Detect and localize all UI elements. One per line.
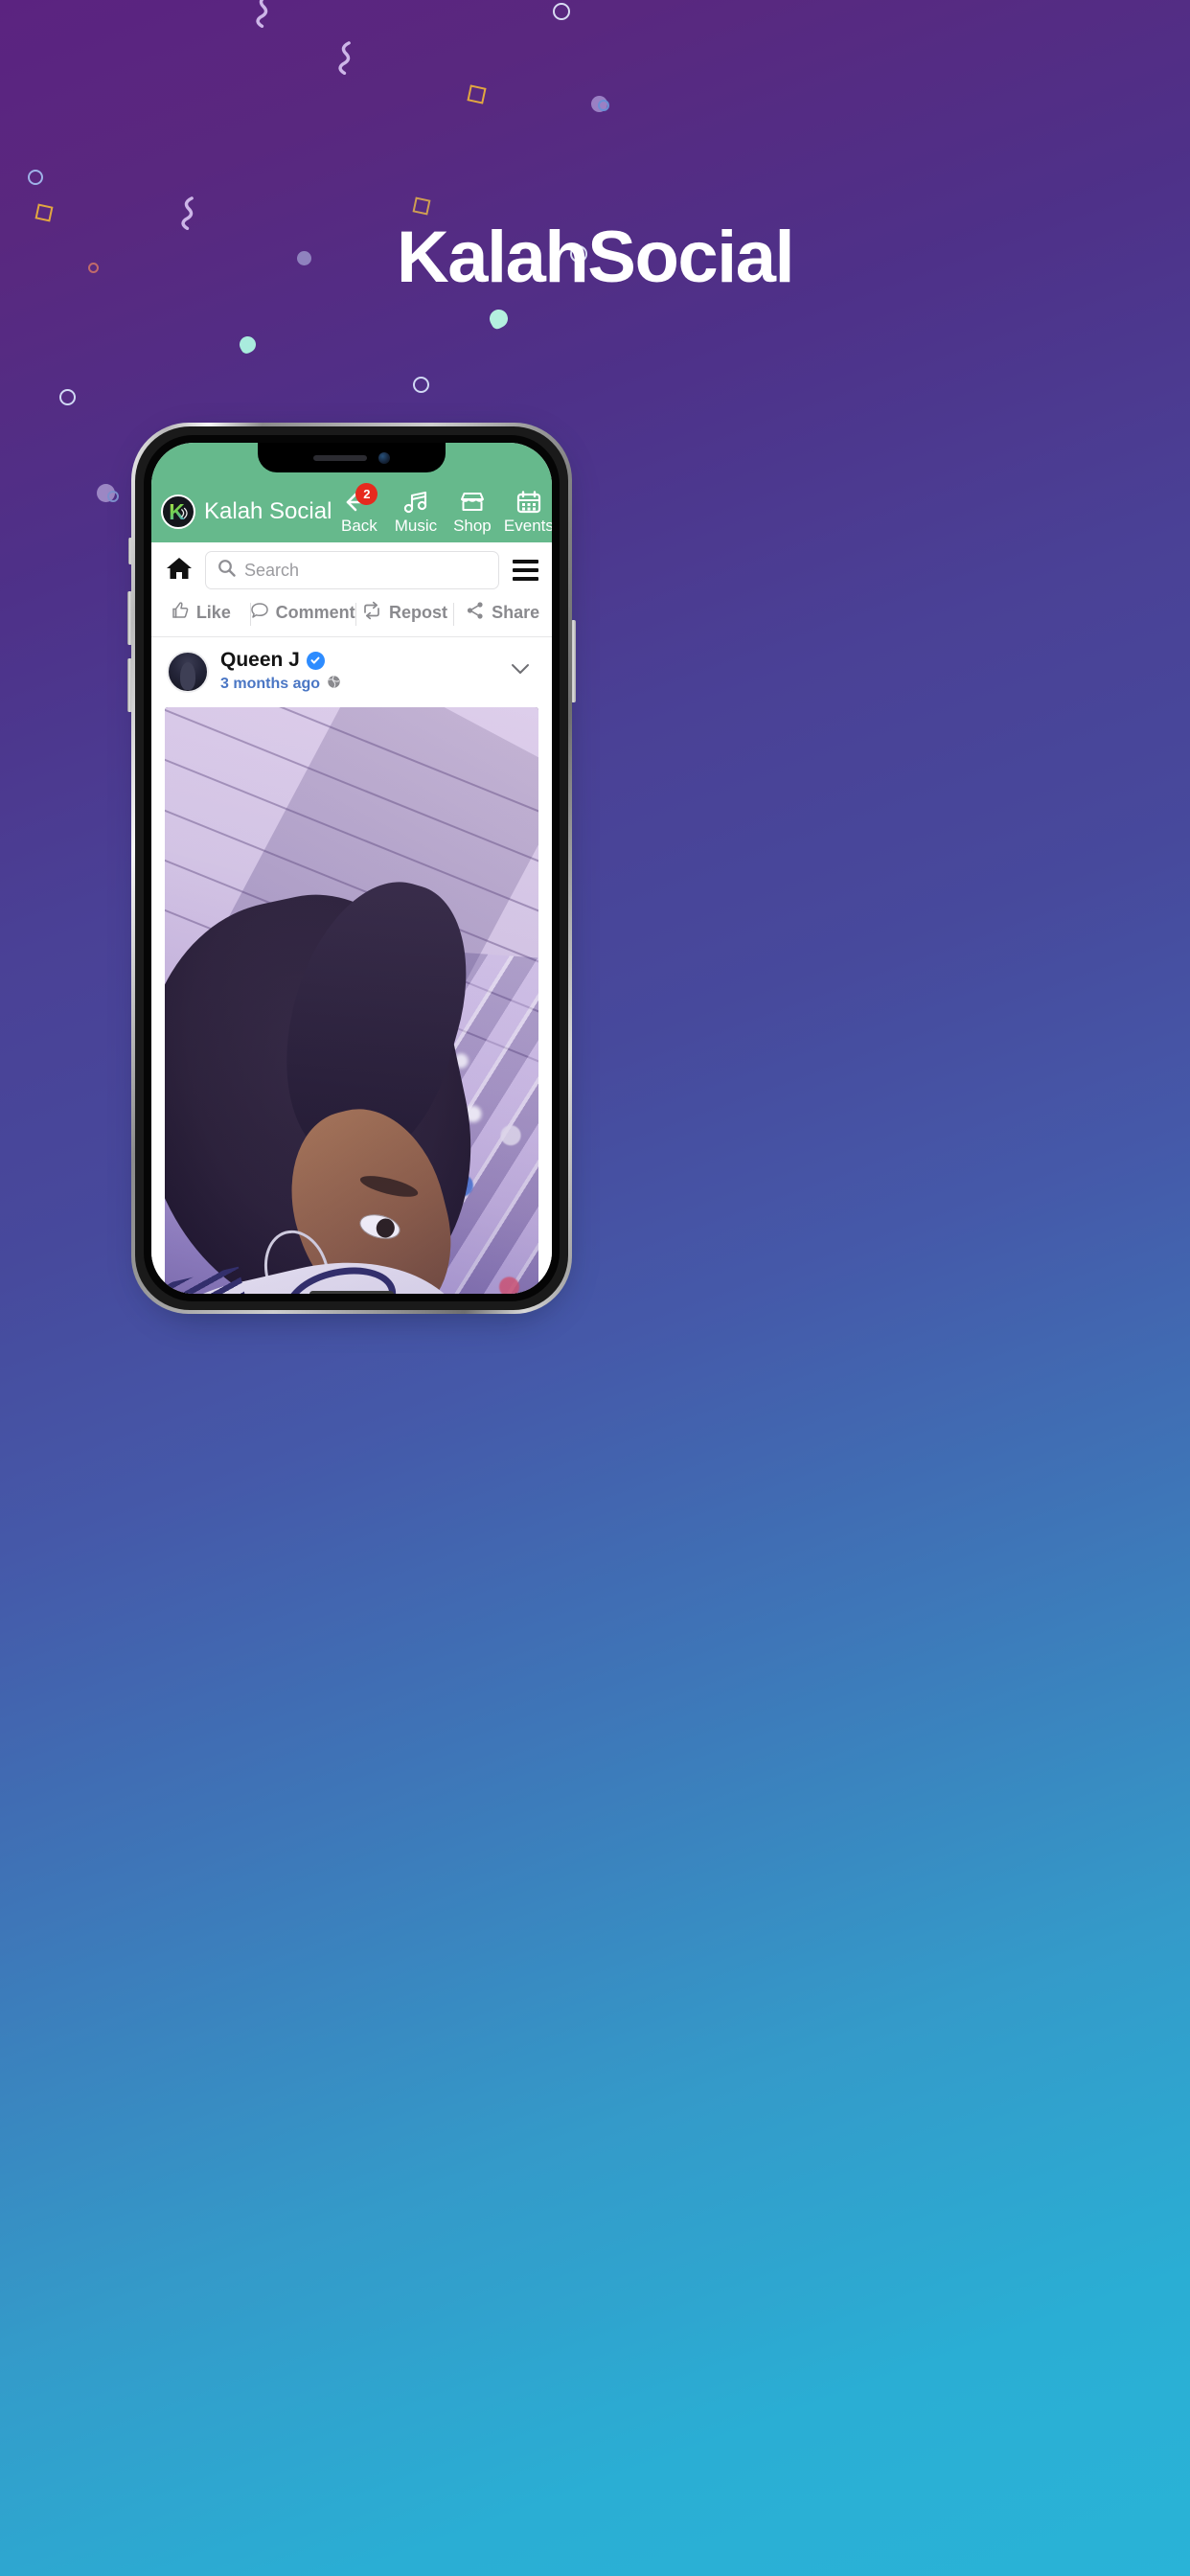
chevron-down-icon[interactable] <box>508 659 538 683</box>
phone-screen: K Kalah Social 2 Back Music Shop Events … <box>151 443 552 1294</box>
phone-mockup: K Kalah Social 2 Back Music Shop Events … <box>127 423 576 1320</box>
hamburger-menu-icon[interactable] <box>511 558 540 583</box>
post-action-bar: Like Comment Repost Share <box>151 597 552 637</box>
home-icon[interactable] <box>165 555 194 586</box>
back-badge: 2 <box>355 483 378 506</box>
nav-label-shop: Shop <box>453 517 492 536</box>
phone-bezel: K Kalah Social 2 Back Music Shop Events … <box>135 426 568 1310</box>
dot-top-right-shape <box>591 96 607 112</box>
repost-icon <box>361 601 382 625</box>
blob-left-teal-shape <box>237 334 259 356</box>
phone-body: K Kalah Social 2 Back Music Shop Events … <box>144 435 560 1301</box>
phone-notch <box>258 443 446 472</box>
nav-label-events: Events <box>503 517 552 536</box>
comment-label: Comment <box>275 603 355 622</box>
nav-label-music: Music <box>394 517 438 536</box>
post-image-tint <box>165 707 538 1294</box>
search-row: Search <box>151 542 552 597</box>
search-icon <box>217 559 236 582</box>
earpiece-speaker-icon <box>313 454 367 461</box>
post-author-row: Queen J <box>220 649 341 672</box>
post-time-row: 3 months ago <box>220 675 341 694</box>
avatar[interactable] <box>167 650 209 693</box>
music-note-icon <box>402 489 429 516</box>
blob-right-teal-shape <box>486 306 512 332</box>
post-image[interactable] <box>165 707 538 1294</box>
thumbs-up-icon <box>171 601 190 625</box>
share-label: Share <box>492 603 540 622</box>
globe-icon <box>327 675 341 694</box>
phone-frame: K Kalah Social 2 Back Music Shop Events … <box>131 423 572 1314</box>
dot-phone-left-shape <box>97 484 115 502</box>
nav-item-music[interactable]: Music <box>388 489 443 535</box>
ring-bottom-left-shape <box>59 389 76 405</box>
nav-item-shop[interactable]: Shop <box>445 489 499 535</box>
post-timestamp: 3 months ago <box>220 676 321 692</box>
search-input[interactable]: Search <box>205 551 499 589</box>
post-card: Queen J 3 months ago <box>151 637 552 1294</box>
share-icon <box>466 601 485 625</box>
ring-phone-left-shape <box>107 491 119 502</box>
app-brand[interactable]: K Kalah Social <box>161 494 332 535</box>
header-nav: 2 Back Music Shop Events <box>332 483 552 536</box>
search-placeholder: Search <box>244 560 300 580</box>
verified-badge-icon <box>306 651 325 670</box>
app-brand-name: Kalah Social <box>204 498 332 524</box>
nav-label-back: Back <box>341 517 378 536</box>
nav-item-events[interactable]: Events <box>501 489 552 535</box>
repost-label: Repost <box>388 603 447 622</box>
post-author-name[interactable]: Queen J <box>220 649 300 672</box>
ring-top-right-small-shape <box>598 100 609 111</box>
square-left-shape <box>34 203 54 222</box>
share-button[interactable]: Share <box>453 597 552 632</box>
like-label: Like <box>195 603 231 622</box>
square-center-shape <box>412 196 431 216</box>
kalah-logo-icon: K <box>161 494 195 529</box>
post-header: Queen J 3 months ago <box>151 637 552 702</box>
ring-left-upper-shape <box>28 170 43 185</box>
squiggle-top-center-shape <box>253 0 274 29</box>
post-meta: Queen J 3 months ago <box>220 649 341 694</box>
squiggle-upper-right-shape <box>335 41 356 76</box>
comment-button[interactable]: Comment <box>249 597 355 632</box>
front-camera-icon <box>378 451 390 464</box>
speech-bubble-icon <box>250 601 269 625</box>
ring-bottom-center-shape <box>413 377 429 393</box>
nav-item-back[interactable]: 2 Back <box>332 483 386 536</box>
ring-top-right-large-shape <box>553 3 570 20</box>
square-upper-right-shape <box>467 84 487 104</box>
home-indicator <box>309 1291 394 1294</box>
page-title: KalahSocial <box>396 217 795 298</box>
like-button[interactable]: Like <box>151 597 250 632</box>
repost-button[interactable]: Repost <box>355 597 454 632</box>
signal-arcs-icon <box>181 507 188 519</box>
calendar-icon <box>515 489 542 516</box>
storefront-icon <box>458 489 487 516</box>
